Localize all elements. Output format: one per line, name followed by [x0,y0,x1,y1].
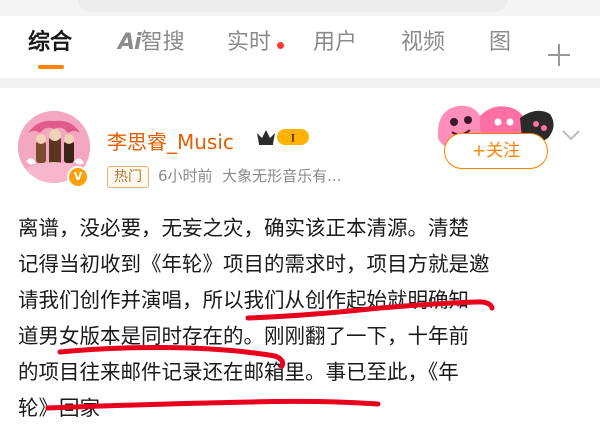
notification-dot [277,42,284,49]
verified-badge-icon: V [67,166,89,188]
post-line: 道男女版本是同时存在的。刚刚翻了一下，十年前 [18,324,469,348]
tab-bar: 综合 Ai智搜 实时 用户 视频 图 [0,16,600,78]
tab-realtime[interactable]: 实时 [227,28,271,58]
tab-ai-search[interactable]: Ai智搜 [118,28,185,58]
tab-images[interactable]: 图 [489,28,519,58]
tab-video[interactable]: 视频 [401,28,445,58]
post-meta: 6小时前 大象无形音乐有... [158,166,341,186]
post-source: 大象无形音乐有... [222,167,342,185]
post-line: 离谱，没必要，无妄之灾，确实该正本清源。清楚 [18,216,469,240]
section-divider [0,78,600,88]
post-card: V 李思睿_Music I 热门 6小时前 大象无形音乐有... +关注 离谱，… [0,88,600,424]
active-tab-indicator [38,65,64,69]
follow-button[interactable]: +关注 [444,133,548,169]
top-strip [0,0,600,16]
post-line: 请我们创作并演唱，所以我们从创作起始就明确知 [18,288,469,312]
chevron-down-icon[interactable] [561,128,581,142]
post-body: 离谱，没必要，无妄之灾，确实该正本清源。清楚 记得当初收到《年轮》项目的需求时，… [18,210,588,426]
tab-ai-search-label: 智搜 [140,30,185,55]
post-line: 轮》回家 [18,396,100,420]
post-line: 的项目往来邮件记录还在邮箱里。事已至此，《年 [18,360,459,384]
post-time: 6小时前 [158,167,213,185]
ai-logo-icon: Ai [118,30,142,55]
post-line: 记得当初收到《年轮》项目的需求时，项目方就是邀 [18,252,490,276]
crown-level-badge-icon: I [257,129,309,145]
post-username[interactable]: 李思睿_Music [107,126,234,155]
tab-users[interactable]: 用户 [313,28,357,58]
add-tab-icon[interactable] [548,44,570,66]
hot-badge: 热门 [107,166,149,188]
level-badge-text: I [291,131,296,145]
tab-comprehensive[interactable]: 综合 [28,28,72,58]
search-bar[interactable] [78,0,508,12]
